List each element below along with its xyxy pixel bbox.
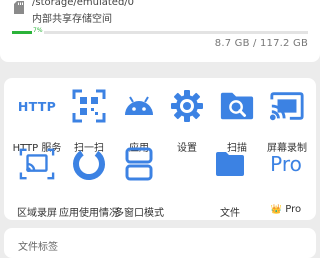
storage-description: 内部共享存储空间 <box>32 14 112 25</box>
usage-ring-icon <box>71 146 107 182</box>
screen-cast-icon <box>269 88 305 124</box>
tool-label: 👑 Pro <box>251 204 320 215</box>
file-tags-card: 文件标签 <box>4 228 316 258</box>
http-icon: HTTP <box>17 98 57 114</box>
storage-usage-percent: 7% <box>32 27 44 35</box>
gear-icon <box>169 88 205 124</box>
folder-search-icon <box>219 88 255 124</box>
storage-size: 8.7 GB / 117.2 GB <box>214 38 308 49</box>
folder-icon <box>212 146 248 182</box>
area-record-icon <box>19 146 55 182</box>
qr-scan-icon <box>71 88 107 124</box>
storage-usage-bar <box>12 31 308 34</box>
storage-path: /storage/emulated/0 <box>32 0 135 8</box>
pro-icon: Pro <box>270 152 302 176</box>
storage-usage-fill <box>12 31 33 34</box>
crown-icon: 👑 <box>270 205 283 215</box>
multi-window-icon <box>121 146 157 182</box>
tool-label: 多窗口模式 <box>114 208 164 219</box>
sd-card-icon <box>14 1 24 14</box>
android-icon <box>121 88 157 124</box>
section-title: 文件标签 <box>18 242 58 253</box>
tools-grid: HTTP HTTP 服务 扫一扫 应用 设置 扫描 屏幕录制 区域录屏 应用使用… <box>4 78 316 220</box>
pro-label: Pro <box>285 204 302 215</box>
storage-card[interactable]: /storage/emulated/0 内部共享存储空间 7% 8.7 GB /… <box>0 0 320 62</box>
